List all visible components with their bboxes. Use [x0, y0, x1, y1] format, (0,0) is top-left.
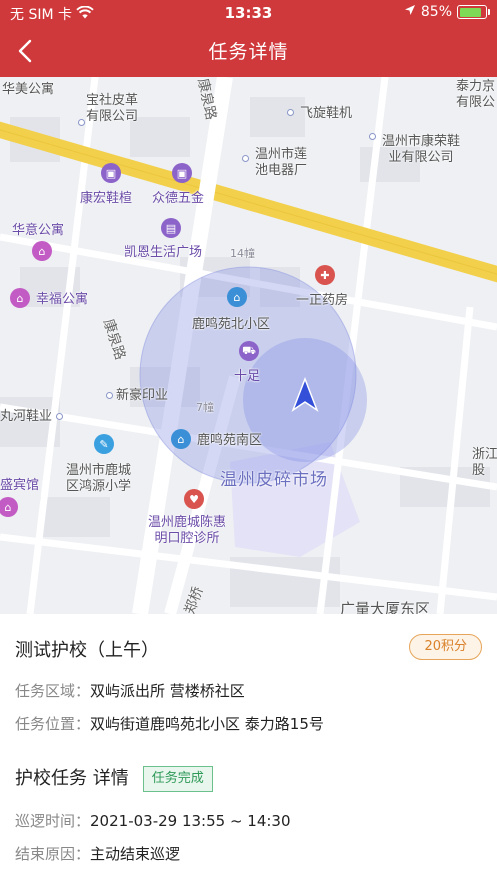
dental-icon: ♥ [184, 489, 204, 509]
residence-icon: ⌂ [171, 429, 191, 449]
nav-bar: 任务详情 [0, 25, 497, 77]
patrol-row: 巡逻时间：2021-03-29 13:55 ~ 14:30 [15, 810, 291, 831]
battery-icon [457, 5, 490, 19]
map-label: 温州市鹿城 区鸿源小学 [66, 463, 132, 495]
map-label: 华美公寓 [2, 82, 55, 97]
task-name: 测试护校（上午） [15, 640, 159, 661]
header: 无 SIM 卡 13:33 85% 任务详情 [0, 0, 497, 77]
map-dot [369, 133, 376, 140]
status-right: 85% [404, 4, 490, 20]
apartment-icon: ⌂ [10, 288, 30, 308]
school-icon: ✎ [94, 434, 114, 454]
map-label: 飞旋鞋机 [300, 106, 353, 121]
location-arrow-icon [404, 4, 416, 20]
end-reason-value: 主动结束巡逻 [90, 845, 181, 863]
patrol-label: 巡逻时间： [15, 812, 91, 830]
map-dot [287, 109, 294, 116]
map-label: 丸河鞋业 [0, 409, 53, 424]
shop-icon: ▣ [172, 163, 192, 183]
map-label: 浙江 股 [472, 447, 497, 479]
map-dot [106, 392, 113, 399]
location-value: 双屿街道鹿鸣苑北小区 泰力路15号 [90, 715, 324, 733]
battery-percent: 85% [420, 4, 452, 20]
map-dot [78, 119, 85, 126]
area-value: 双屿派出所 营楼桥社区 [90, 682, 245, 700]
shopping-cart-icon: ⛟ [239, 341, 259, 361]
map-dot [242, 155, 249, 162]
map-label: 幸福公寓 [36, 292, 89, 307]
mall-icon: ▤ [161, 218, 181, 238]
apartment-icon: ⌂ [32, 241, 52, 261]
map-label: 7幢 [196, 401, 214, 414]
page-title: 任务详情 [208, 41, 289, 63]
map-label: 一正药房 [296, 293, 349, 308]
map-label: 宝社皮革 有限公司 [86, 93, 139, 125]
map-label: 新豪印业 [116, 388, 169, 403]
map-label: 盛宾馆 [0, 478, 40, 493]
area-label: 任务区域： [15, 682, 91, 700]
task-panel: 测试护校（上午） 20积分 任务区域：双屿派出所 营楼桥社区 任务位置：双屿街道… [0, 614, 497, 883]
patrol-value: 2021-03-29 13:55 ~ 14:30 [90, 812, 291, 830]
map-label: 康宏鞋楦 [80, 191, 133, 206]
map-label: 华意公寓 [12, 223, 65, 238]
pharmacy-icon: ✚ [315, 265, 335, 285]
area-row: 任务区域：双屿派出所 营楼桥社区 [15, 680, 245, 701]
points-badge: 20积分 [409, 634, 482, 660]
detail-heading: 护校任务 详情 [15, 768, 129, 789]
shop-icon: ▣ [101, 163, 121, 183]
map-label: 众德五金 [152, 191, 205, 206]
map-label: 广量大厦东区 [340, 600, 431, 614]
map-label: 温州市莲 池电器厂 [255, 147, 308, 179]
location-row: 任务位置：双屿街道鹿鸣苑北小区 泰力路15号 [15, 713, 324, 734]
residence-icon: ⌂ [227, 287, 247, 307]
map-label: 凯恩生活广场 [124, 245, 203, 260]
map-label: 泰力京 有限公 [456, 79, 496, 111]
status-bar: 无 SIM 卡 13:33 85% [0, 0, 497, 25]
location-label: 任务位置： [15, 715, 91, 733]
battery-fill [459, 7, 481, 17]
map-view[interactable]: ▣ ▣ ▤ ⌂ ⌂ ✚ ⌂ ⛟ ⌂ ✎ ♥ ⌂ 华美公寓 宝社皮革 有限公司 康… [0, 77, 497, 614]
status-badge: 任务完成 [142, 766, 213, 792]
map-label: 十足 [234, 369, 261, 384]
map-label: 温州皮碎市场 [220, 470, 328, 490]
map-label: 温州市康荣鞋 业有限公司 [382, 134, 461, 166]
end-reason-row: 结束原因：主动结束巡逻 [15, 843, 180, 864]
detail-heading-row: 护校任务 详情 任务完成 [15, 764, 213, 792]
map-dot [56, 413, 63, 420]
map-label: 14幢 [230, 247, 255, 260]
end-reason-label: 结束原因： [15, 845, 91, 863]
map-label: 鹿鸣苑南区 [197, 433, 263, 448]
map-label: 鹿鸣苑北小区 [192, 317, 271, 332]
map-label: 温州鹿城陈惠 明口腔诊所 [148, 515, 227, 547]
navigation-arrow-icon [291, 377, 319, 412]
